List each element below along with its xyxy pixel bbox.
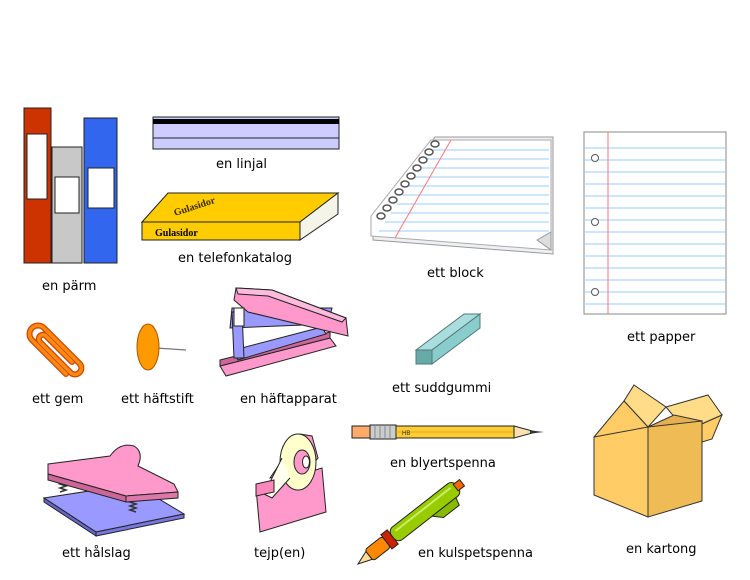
phonebook-cover-text: Gulasidor — [155, 228, 198, 239]
ruler-label: en linjal — [216, 157, 268, 172]
phonebook-label: en telefonkatalog — [178, 251, 292, 266]
tape-image — [252, 428, 330, 534]
hole-punch-image — [40, 440, 188, 537]
thumbtack-icon — [136, 323, 187, 371]
pencil-grade-text: HB — [402, 431, 410, 437]
binders-image — [20, 100, 120, 270]
box-label: en kartong — [626, 542, 697, 557]
pencil-icon: HB — [351, 424, 544, 440]
pencil-image: HB — [350, 422, 548, 444]
stapler-image — [212, 282, 352, 382]
phonebook-icon: Gulasidor Gulasidor — [140, 191, 340, 241]
ruler-image — [150, 112, 342, 154]
eraser-label: ett suddgummi — [392, 381, 492, 396]
binders-label: en pärm — [42, 279, 97, 294]
notepad-image — [365, 132, 560, 260]
eraser-image — [412, 306, 484, 368]
notepad-label: ett block — [427, 266, 484, 281]
hole-punch-label: ett hålslag — [62, 546, 131, 561]
stapler-icon — [219, 287, 349, 377]
box-image — [590, 384, 725, 525]
paperclip-image — [22, 318, 90, 382]
pencil-label: en blyertspenna — [390, 456, 496, 471]
tape-icon — [255, 433, 327, 533]
hole-punch-icon — [42, 444, 186, 537]
paper-image — [582, 130, 728, 318]
phonebook-image: Gulasidor Gulasidor — [140, 188, 345, 248]
eraser-icon — [414, 313, 482, 365]
tape-label: tejp(en) — [254, 546, 306, 561]
paper-icon — [583, 131, 727, 315]
thumbtack-image — [132, 320, 192, 372]
paperclip-label: ett gem — [32, 392, 84, 407]
paperclip-icon — [26, 322, 85, 378]
stapler-label: en häftapparat — [240, 392, 337, 407]
thumbtack-label: ett häftstift — [121, 392, 194, 407]
box-icon — [593, 384, 723, 518]
notepad-icon — [370, 136, 554, 255]
ruler-icon — [152, 116, 340, 150]
pen-label: en kulspetspenna — [418, 546, 533, 561]
binders-icon — [23, 107, 118, 264]
paper-label: ett papper — [627, 330, 696, 345]
